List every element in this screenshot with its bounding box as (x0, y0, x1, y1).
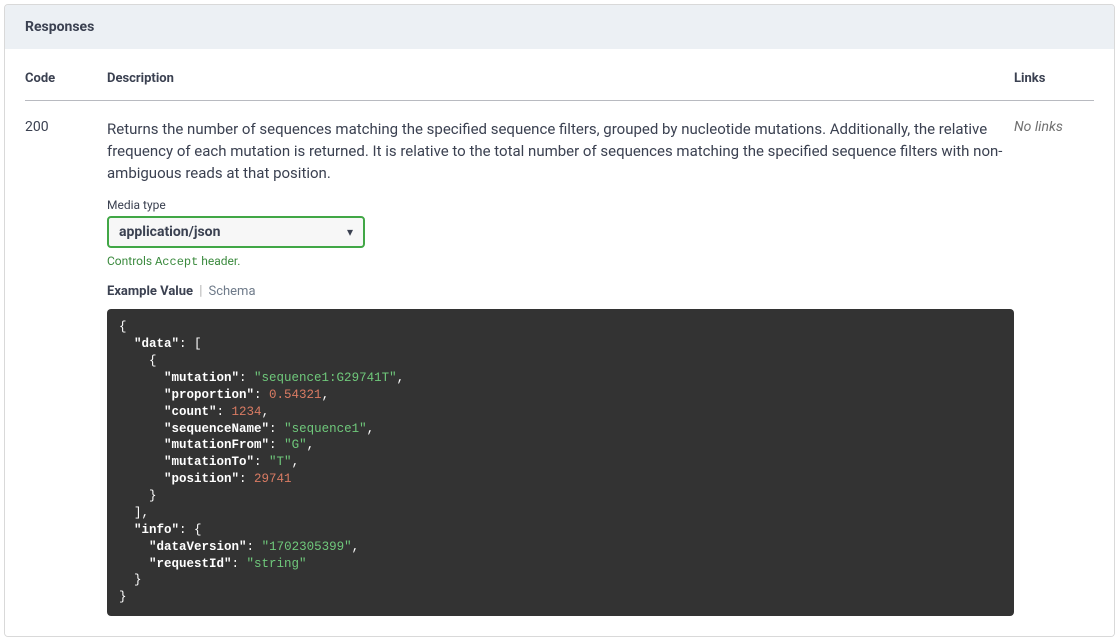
col-code: Code (25, 59, 107, 101)
tab-schema[interactable]: Schema (208, 284, 255, 299)
media-type-label: Media type (107, 198, 1014, 212)
response-description: Returns the number of sequences matching… (107, 119, 1014, 184)
responses-header: Responses (5, 5, 1114, 49)
response-links: No links (1014, 101, 1094, 617)
accept-hint: Controls Accept header. (107, 254, 1014, 269)
responses-body: Code Description Links 200 Returns the n… (5, 49, 1114, 636)
responses-title: Responses (25, 19, 1094, 35)
tab-separator: | (199, 283, 202, 299)
col-links: Links (1014, 59, 1094, 101)
example-json[interactable]: { "data": [ { "mutation": "sequence1:G29… (107, 309, 1014, 616)
response-row: 200 Returns the number of sequences matc… (25, 101, 1094, 617)
response-description-cell: Returns the number of sequences matching… (107, 101, 1014, 617)
media-type-select-wrap: application/json ▾ (107, 216, 365, 248)
col-description: Description (107, 59, 1014, 101)
response-tabs: Example Value | Schema (107, 283, 1014, 299)
responses-panel: Responses Code Description Links 200 Ret… (4, 4, 1115, 637)
tab-example-value[interactable]: Example Value (107, 284, 193, 299)
response-code: 200 (25, 101, 107, 617)
responses-table: Code Description Links 200 Returns the n… (25, 59, 1094, 616)
media-type-select[interactable]: application/json (107, 216, 365, 248)
